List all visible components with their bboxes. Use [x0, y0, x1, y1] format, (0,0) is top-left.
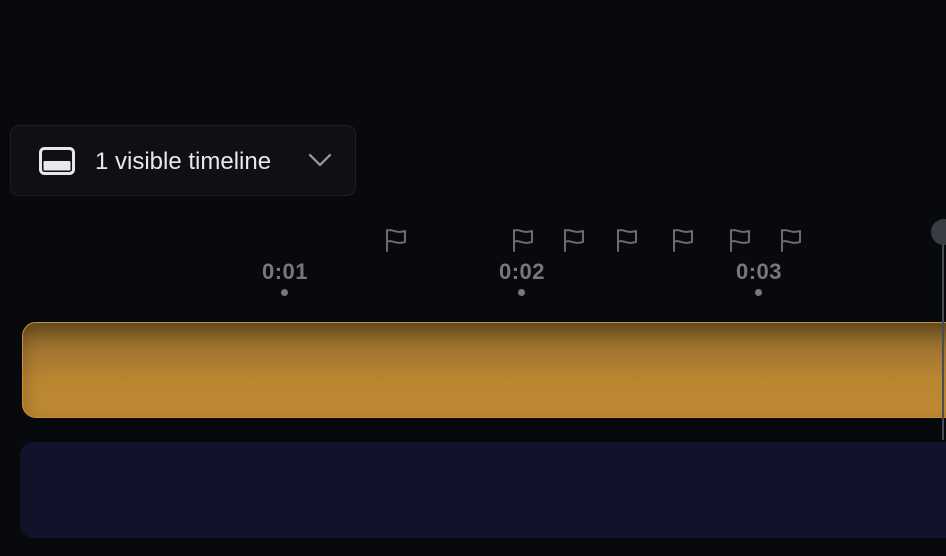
ruler-tick-dot [518, 289, 525, 296]
flag-icon[interactable] [670, 227, 696, 253]
flag-icon[interactable] [561, 227, 587, 253]
visible-timelines-label: 1 visible timeline [95, 148, 272, 175]
ruler-tick-label: 0:03 [735, 259, 783, 284]
chevron-down-icon [308, 153, 332, 167]
timeline-track-gold[interactable] [22, 322, 946, 418]
ruler-tick-dot [755, 289, 762, 296]
flag-icon[interactable] [383, 227, 409, 253]
timeline-track-navy[interactable] [20, 442, 946, 538]
flag-icon[interactable] [778, 227, 804, 253]
ruler-tick-label: 0:02 [498, 259, 546, 284]
panel-bottom-icon [39, 147, 75, 175]
playhead-line [942, 240, 944, 440]
visible-timelines-dropdown[interactable]: 1 visible timeline [10, 125, 356, 196]
playhead-handle[interactable] [931, 219, 946, 245]
ruler-tick-dot [281, 289, 288, 296]
ruler-tick-label: 0:01 [261, 259, 309, 284]
flag-icon[interactable] [614, 227, 640, 253]
flag-icon[interactable] [727, 227, 753, 253]
timeline-editor: 1 visible timeline 0:01 0:02 0:03 [0, 0, 946, 556]
flag-icon[interactable] [510, 227, 536, 253]
